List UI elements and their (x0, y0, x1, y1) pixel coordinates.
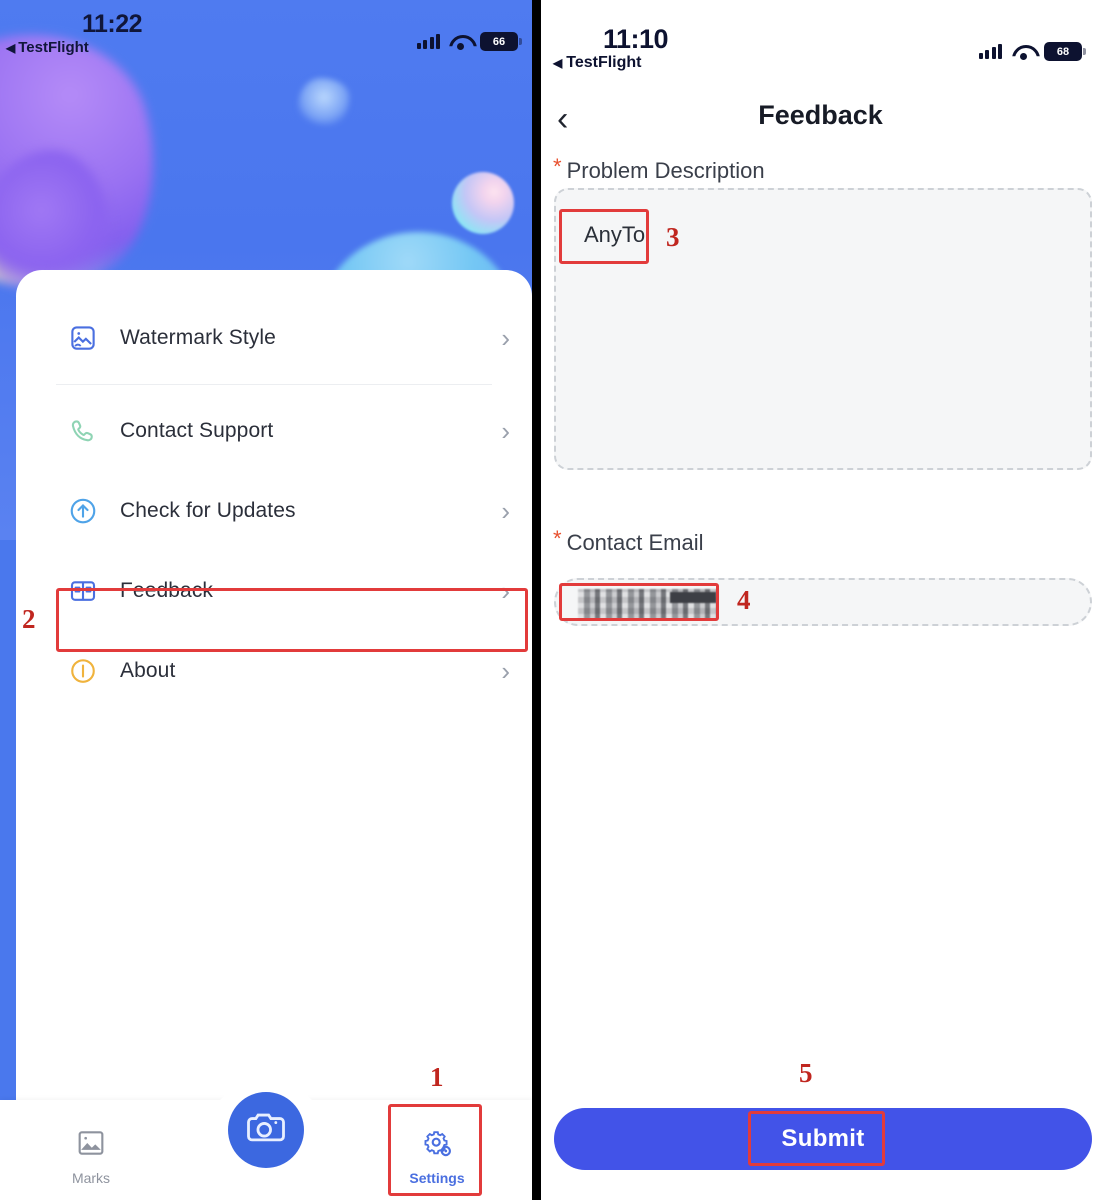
menu-row-check-for-updates[interactable]: Check for Updates › (16, 471, 532, 551)
status-bar-right: 11:10 ◀ TestFlight 68 (541, 0, 1100, 80)
cellular-signal-icon (978, 44, 1002, 59)
battery-level-label: 66 (492, 35, 506, 48)
annotation-2: 2 (22, 604, 36, 634)
submit-button-label: Submit (781, 1125, 865, 1152)
back-triangle-icon: ◀ (6, 40, 16, 55)
chevron-right-icon: › (501, 416, 510, 446)
problem-description-label: Problem Description (566, 158, 765, 183)
menu-row-feedback[interactable]: Feedback › (16, 551, 532, 631)
menu-label: Watermark Style (120, 326, 276, 349)
camera-capture-button[interactable] (228, 1092, 304, 1168)
menu-row-watermark-style[interactable]: Watermark Style › (16, 298, 532, 378)
problem-description-label-group: * Problem Description (553, 154, 765, 184)
phone-handset-icon (66, 414, 100, 448)
tab-settings[interactable]: Settings (382, 1127, 492, 1186)
chevron-right-icon: › (501, 576, 510, 606)
contact-email-label-group: * Contact Email (553, 526, 704, 556)
wifi-icon (1012, 44, 1034, 60)
menu-label: Check for Updates (120, 499, 296, 522)
return-app-label: TestFlight (18, 39, 89, 56)
submit-button[interactable]: Submit (554, 1108, 1092, 1170)
status-indicators: 66 (416, 32, 522, 51)
photo-gallery-icon (75, 1127, 107, 1164)
wifi-icon (449, 34, 471, 50)
battery-icon: 66 (480, 32, 522, 51)
right-phone-screen: 11:10 ◀ TestFlight 68 ‹ Feedback * Probl… (541, 0, 1100, 1200)
panels-icon (66, 574, 100, 608)
settings-sheet: Watermark Style › Contact Support › Chec… (16, 270, 532, 1100)
back-triangle-icon: ◀ (553, 56, 563, 70)
panel-divider (532, 0, 541, 1200)
status-indicators: 68 (978, 42, 1086, 61)
page-title: Feedback (758, 100, 883, 130)
tab-label-settings: Settings (409, 1170, 465, 1186)
image-watermark-icon (66, 321, 100, 355)
menu-label: Contact Support (120, 419, 274, 442)
battery-level-label: 68 (1056, 45, 1070, 58)
wisp-decoration (298, 78, 350, 126)
return-app-label: TestFlight (566, 54, 642, 71)
arrow-up-circle-icon (66, 494, 100, 528)
tab-marks[interactable]: Marks (36, 1127, 146, 1186)
cellular-signal-icon (416, 34, 440, 49)
contact-email-value (578, 589, 718, 619)
iridescent-sphere-decoration (452, 172, 514, 234)
left-phone-screen: 11:22 ◀ TestFlight 66 Watermark Style › … (0, 0, 532, 1200)
camera-icon (245, 1107, 287, 1154)
battery-icon: 68 (1044, 42, 1086, 61)
annotation-1: 1 (430, 1062, 444, 1092)
tab-label-marks: Marks (71, 1170, 111, 1186)
info-circle-icon (66, 654, 100, 688)
menu-label: Feedback (120, 579, 214, 602)
menu-divider (56, 384, 492, 385)
settings-menu-list: Watermark Style › Contact Support › Chec… (16, 270, 532, 711)
required-asterisk: * (553, 526, 562, 551)
navigation-bar: ‹ Feedback (541, 96, 1100, 150)
return-to-app-link[interactable]: ◀ TestFlight (553, 54, 641, 72)
status-time: 11:10 (603, 24, 669, 54)
menu-row-about[interactable]: About › (16, 631, 532, 711)
return-to-app-link[interactable]: ◀ TestFlight (6, 39, 89, 56)
contact-email-label: Contact Email (566, 530, 704, 555)
required-asterisk: * (553, 154, 562, 179)
problem-description-input[interactable]: AnyTo (554, 188, 1092, 470)
contact-email-input[interactable] (554, 578, 1092, 626)
dual-screenshot-container: 11:22 ◀ TestFlight 66 Watermark Style › … (0, 0, 1100, 1200)
problem-description-value: AnyTo (584, 222, 646, 247)
bottom-tab-bar: Marks Settings (0, 1088, 532, 1200)
status-time: 11:22 (82, 10, 143, 38)
menu-label: About (120, 659, 176, 682)
gear-icon (421, 1127, 453, 1164)
chevron-right-icon: › (501, 323, 510, 353)
status-bar-left: 11:22 ◀ TestFlight 66 (0, 0, 532, 62)
annotation-5: 5 (799, 1058, 813, 1088)
annotation-4: 4 (737, 585, 751, 615)
menu-row-contact-support[interactable]: Contact Support › (16, 391, 532, 471)
chevron-right-icon: › (501, 496, 510, 526)
annotation-3: 3 (666, 222, 680, 252)
chevron-right-icon: › (501, 656, 510, 686)
